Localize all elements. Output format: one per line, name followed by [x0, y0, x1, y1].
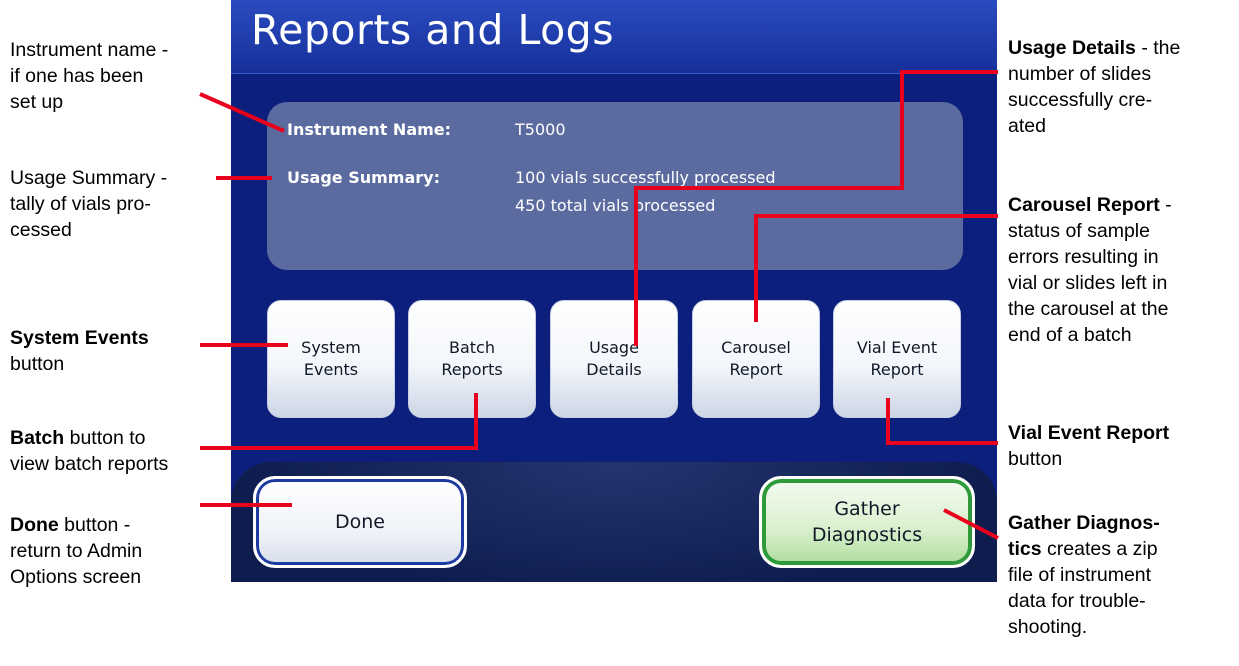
usage-details-label: Usage Details — [586, 338, 642, 379]
annotation-line: creates a zip — [1041, 538, 1158, 560]
instrument-name-label: Instrument Name: — [287, 120, 452, 139]
annotation-line: file of instrument — [1008, 564, 1152, 586]
usage-summary-line-1: 100 vials successfully processed — [515, 168, 776, 187]
annotation-line: button — [10, 353, 65, 375]
annotation-line: - the — [1135, 37, 1181, 59]
annotation-line: ated — [1008, 115, 1046, 137]
batch-reports-label: Batch Reports — [441, 338, 503, 379]
system-events-label: System Events — [301, 338, 361, 379]
annotation-batch: Batch button to view batch reports — [10, 425, 168, 477]
vial-event-report-button[interactable]: Vial Event Report — [833, 300, 961, 418]
title-bar: Reports and Logs — [231, 0, 997, 74]
carousel-report-label: Carousel Report — [721, 338, 791, 379]
gather-diagnostics-button[interactable]: Gather Diagnostics — [759, 476, 975, 568]
annotation-vial-event-report: Vial Event Report button — [1008, 420, 1169, 472]
done-button[interactable]: Done — [253, 476, 467, 568]
annotation-bold: tics — [1008, 538, 1042, 560]
annotation-line: status of sample — [1008, 220, 1150, 242]
vial-event-report-label: Vial Event Report — [856, 338, 938, 379]
annotation-line: Usage Summary - — [10, 167, 168, 189]
annotation-bold: Gather Diagnos- — [1008, 512, 1160, 534]
annotation-bold: Usage Details — [1008, 37, 1136, 59]
annotation-line: tally of vials pro- — [10, 193, 151, 215]
annotation-line: end of a batch — [1008, 324, 1132, 346]
carousel-report-button[interactable]: Carousel Report — [692, 300, 820, 418]
annotation-usage-summary: Usage Summary - tally of vials pro- cess… — [10, 165, 167, 243]
annotation-line: shooting. — [1008, 616, 1088, 638]
instrument-name-value: T5000 — [515, 120, 566, 139]
gather-diagnostics-label: Gather Diagnostics — [811, 498, 923, 546]
annotation-line: cessed — [10, 219, 72, 241]
annotation-instrument-name: Instrument name - if one has been set up — [10, 37, 168, 115]
annotation-bold: System Events — [10, 327, 149, 349]
reports-and-logs-screen: Reports and Logs Instrument Name: T5000 … — [231, 0, 997, 582]
annotation-gather-diagnostics: Gather Diagnos- tics creates a zip file … — [1008, 510, 1160, 640]
annotation-line: successfully cre- — [1008, 89, 1153, 111]
annotation-line: button — [1008, 448, 1063, 470]
annotation-line: vial or slides left in — [1008, 272, 1168, 294]
annotation-bold: Done — [10, 514, 59, 536]
annotation-usage-details: Usage Details - the number of slides suc… — [1008, 35, 1180, 139]
annotation-line: button to — [64, 427, 146, 449]
system-events-button[interactable]: System Events — [267, 300, 395, 418]
info-panel: Instrument Name: T5000 Usage Summary: 10… — [267, 102, 963, 270]
annotation-line: if one has been — [10, 65, 144, 87]
annotation-line: errors resulting in — [1008, 246, 1159, 268]
annotation-line: number of slides — [1008, 63, 1152, 85]
annotation-line: - — [1159, 194, 1172, 216]
annotation-line: view batch reports — [10, 453, 169, 475]
done-label: Done — [335, 511, 385, 533]
annotation-system-events: System Events button — [10, 325, 149, 377]
batch-reports-button[interactable]: Batch Reports — [408, 300, 536, 418]
annotation-line: Instrument name - — [10, 39, 169, 61]
annotation-carousel-report: Carousel Report - status of sample error… — [1008, 192, 1172, 348]
annotation-bold: Carousel Report — [1008, 194, 1160, 216]
annotation-line: return to Admin — [10, 540, 143, 562]
annotation-bold: Batch — [10, 427, 65, 449]
annotation-line: Options screen — [10, 566, 142, 588]
annotation-line: set up — [10, 91, 64, 113]
page-title: Reports and Logs — [251, 6, 615, 54]
annotation-line: data for trouble- — [1008, 590, 1146, 612]
usage-summary-label: Usage Summary: — [287, 168, 440, 187]
usage-summary-line-2: 450 total vials processed — [515, 196, 716, 215]
usage-details-button[interactable]: Usage Details — [550, 300, 678, 418]
annotation-line: button - — [58, 514, 131, 536]
annotation-bold: Vial Event Report — [1008, 422, 1170, 444]
annotation-done: Done button - return to Admin Options sc… — [10, 512, 142, 590]
annotation-line: the carousel at the — [1008, 298, 1169, 320]
